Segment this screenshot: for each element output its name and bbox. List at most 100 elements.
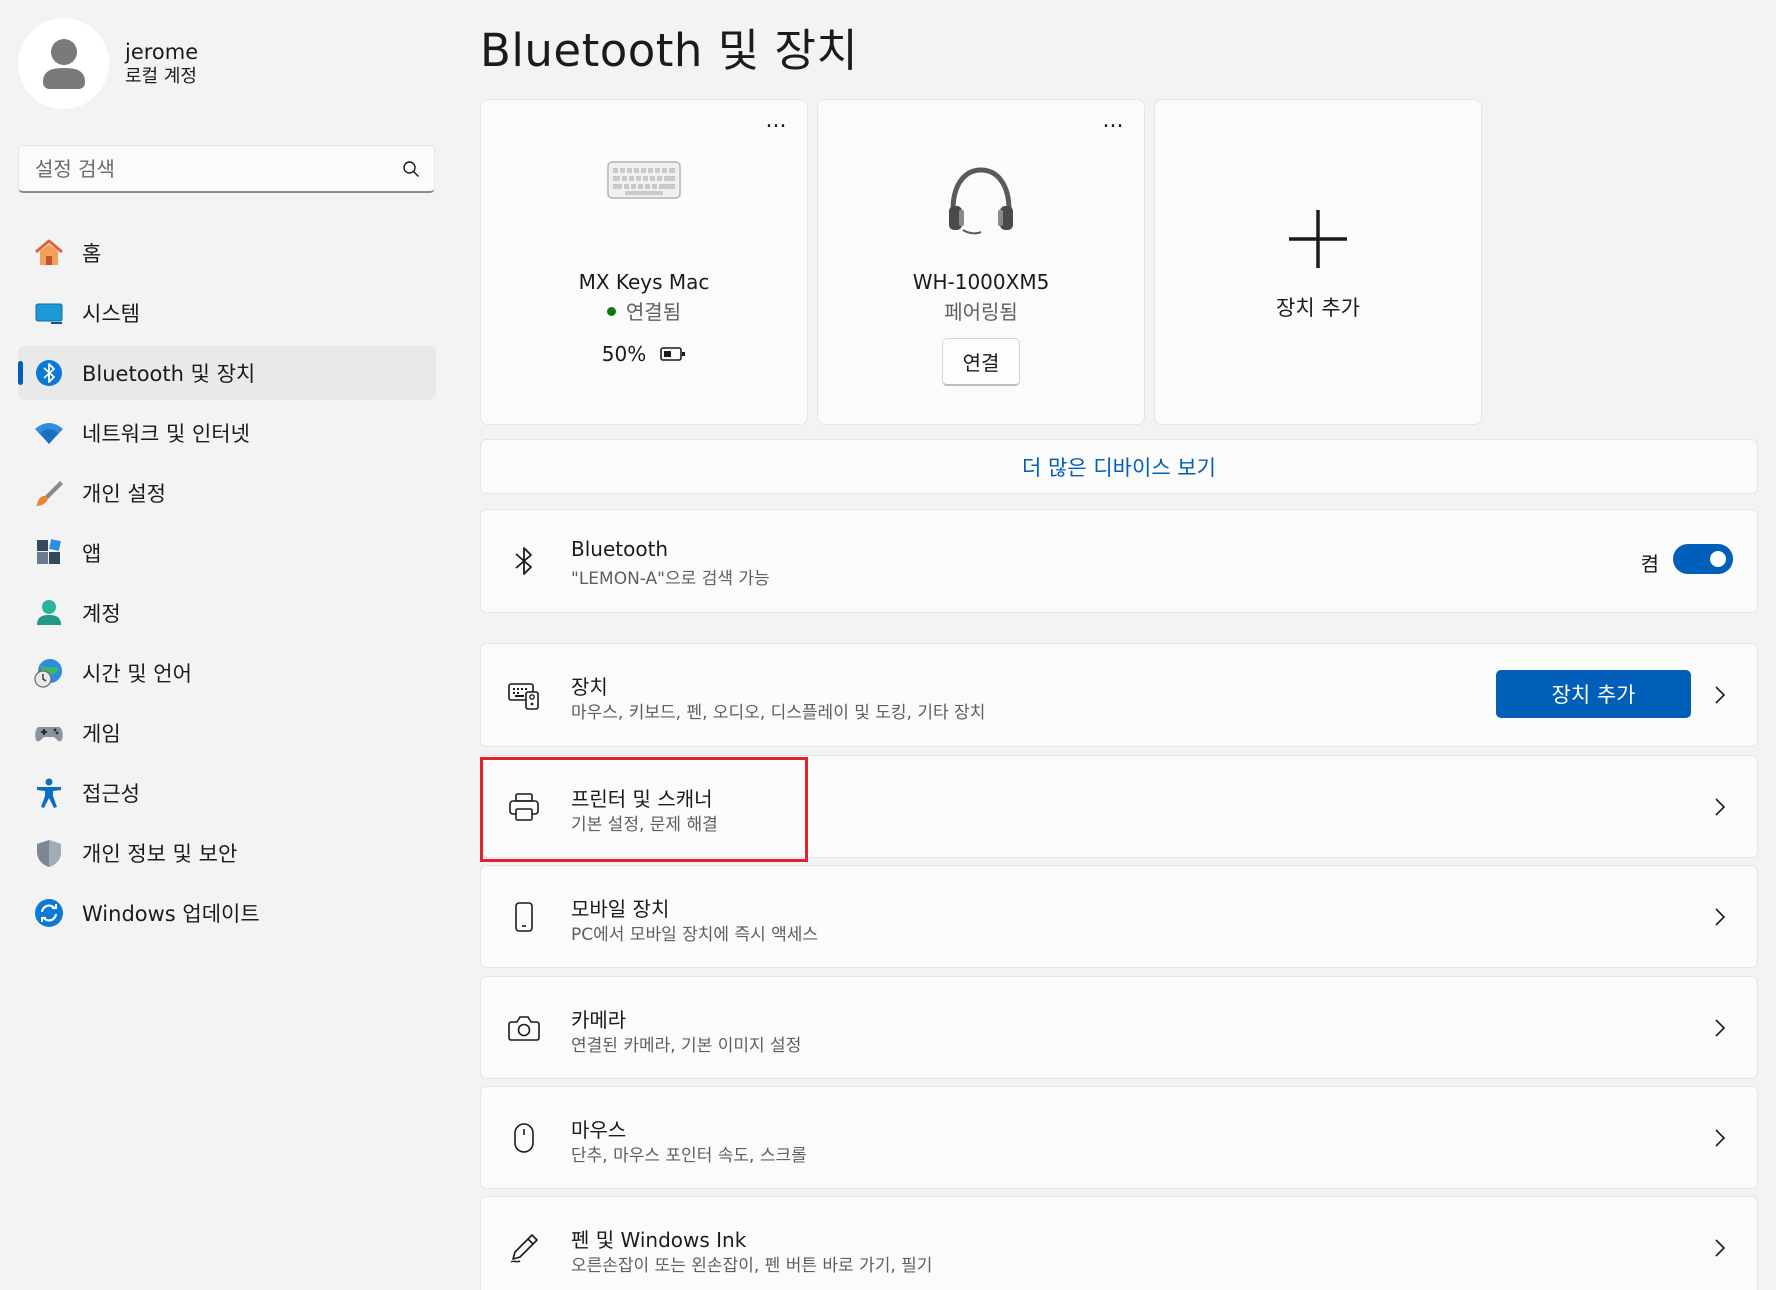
nav-label: 앱 [82,542,102,566]
battery-icon [660,347,686,361]
toggle-state-label: 켬 [1640,552,1659,576]
add-device-button[interactable]: 장치 추가 [1496,670,1691,718]
row-subtitle: "LEMON-A"으로 검색 가능 [571,569,770,589]
chevron-right-icon [1715,1128,1726,1147]
nav-item-personalization[interactable]: 개인 설정 [18,466,436,520]
headphones-icon [818,164,1144,236]
battery-level: 50% [481,342,807,366]
row-title: Bluetooth [571,537,669,561]
profile-name: jerome [125,39,199,64]
nav-item-time-language[interactable]: 시간 및 언어 [18,646,436,700]
connect-button[interactable]: 연결 [942,338,1020,386]
row-subtitle: 오른손잡이 또는 왼손잡이, 펜 버튼 바로 가기, 필기 [571,1256,933,1276]
keyboard-icon [481,160,807,200]
person-icon [42,38,85,89]
search-icon[interactable] [402,160,420,178]
nav-label: 게임 [82,722,121,746]
row-title: 카메라 [571,1008,627,1032]
update-icon [32,896,66,930]
nav-item-network[interactable]: 네트워크 및 인터넷 [18,406,436,460]
user-profile[interactable]: jerome 로컬 계정 [18,18,198,109]
nav-list: 홈 시스템 Bluetooth 및 장치 네트워크 및 인터넷 개인 설정 앱 … [18,226,436,946]
row-title: 장치 [571,675,608,699]
gamepad-icon [32,716,66,750]
devices-row[interactable]: 장치 마우스, 키보드, 펜, 오디오, 디스플레이 및 도킹, 기타 장치 장… [480,643,1758,747]
mouse-row[interactable]: 마우스 단추, 마우스 포인터 속도, 스크롤 [480,1086,1758,1189]
printer-icon [507,790,541,824]
nav-label: 네트워크 및 인터넷 [82,422,250,446]
phone-icon [507,900,541,934]
row-subtitle: 연결된 카메라, 기본 이미지 설정 [571,1036,802,1056]
avatar [18,18,109,109]
nav-item-windows-update[interactable]: Windows 업데이트 [18,886,436,940]
bluetooth-setting-row: Bluetooth "LEMON-A"으로 검색 가능 켬 [480,509,1758,613]
nav-label: 시스템 [82,302,140,326]
connected-dot-icon [606,307,616,316]
search-box[interactable] [18,145,435,193]
nav-label: 계정 [82,602,121,626]
nav-item-home[interactable]: 홈 [18,226,436,280]
device-card-keyboard[interactable]: ... MX Keys Mac 연결됨 50% [480,99,808,425]
shield-icon [32,836,66,870]
mobile-devices-row[interactable]: 모바일 장치 PC에서 모바일 장치에 즉시 액세스 [480,865,1758,968]
row-title: 모바일 장치 [571,897,670,921]
row-subtitle: PC에서 모바일 장치에 즉시 액세스 [571,925,819,945]
nav-label: 개인 설정 [82,482,166,506]
chevron-right-icon [1715,1238,1726,1257]
profile-account-type: 로컬 계정 [125,65,197,87]
nav-item-privacy-security[interactable]: 개인 정보 및 보안 [18,826,436,880]
nav-item-bluetooth-devices[interactable]: Bluetooth 및 장치 [18,346,436,400]
account-icon [32,596,66,630]
device-status: 페어링됨 [944,300,1018,324]
wifi-icon [32,416,66,450]
accessibility-icon [32,776,66,810]
nav-item-accounts[interactable]: 계정 [18,586,436,640]
printers-scanners-row[interactable]: 프린터 및 스캐너 기본 설정, 문제 해결 [480,755,1758,858]
bluetooth-toggle[interactable] [1673,544,1733,574]
brush-icon [32,476,66,510]
nav-item-apps[interactable]: 앱 [18,526,436,580]
row-title: 마우스 [571,1118,627,1142]
battery-percent: 50% [601,342,647,366]
chevron-right-icon [1715,797,1726,816]
chevron-right-icon [1715,1018,1726,1037]
device-status-text: 연결됨 [625,300,682,324]
plus-icon [1155,208,1481,270]
nav-label: 시간 및 언어 [82,662,192,686]
row-subtitle: 기본 설정, 문제 해결 [571,815,718,835]
nav-label: 홈 [82,242,102,266]
camera-icon [507,1011,541,1045]
add-device-card[interactable]: 장치 추가 [1154,99,1482,425]
nav-label: 개인 정보 및 보안 [82,842,238,866]
globe-clock-icon [32,656,66,690]
row-subtitle: 마우스, 키보드, 펜, 오디오, 디스플레이 및 도킹, 기타 장치 [571,703,986,723]
search-input[interactable] [35,156,402,181]
device-status: 연결됨 [481,296,807,325]
bluetooth-icon [32,356,66,390]
chevron-right-icon [1715,907,1726,926]
device-card-headphones[interactable]: ... WH-1000XM5 페어링됨 연결 [817,99,1145,425]
more-options-button[interactable]: ... [759,110,793,144]
pen-icon [507,1231,541,1265]
view-more-devices-link[interactable]: 더 많은 디바이스 보기 [480,439,1758,494]
nav-label: Bluetooth 및 장치 [82,362,256,386]
page-title: Bluetooth 및 장치 [480,24,859,77]
add-device-label: 장치 추가 [1276,296,1360,320]
row-title: 펜 및 Windows Ink [571,1228,747,1252]
nav-item-gaming[interactable]: 게임 [18,706,436,760]
device-name: MX Keys Mac [578,270,710,294]
nav-label: 접근성 [82,782,140,806]
row-title: 프린터 및 스캐너 [571,787,713,811]
sidebar: jerome 로컬 계정 홈 시스템 Bluetooth 및 장치 [0,0,450,1290]
system-icon [32,296,66,330]
camera-row[interactable]: 카메라 연결된 카메라, 기본 이미지 설정 [480,976,1758,1079]
more-options-button[interactable]: ... [1096,110,1130,144]
apps-icon [32,536,66,570]
mouse-icon [507,1121,541,1155]
device-name: WH-1000XM5 [912,270,1050,294]
bluetooth-icon [507,544,541,578]
nav-label: Windows 업데이트 [82,902,260,926]
nav-item-system[interactable]: 시스템 [18,286,436,340]
nav-item-accessibility[interactable]: 접근성 [18,766,436,820]
pen-windows-ink-row[interactable]: 펜 및 Windows Ink 오른손잡이 또는 왼손잡이, 펜 버튼 바로 가… [480,1196,1758,1290]
